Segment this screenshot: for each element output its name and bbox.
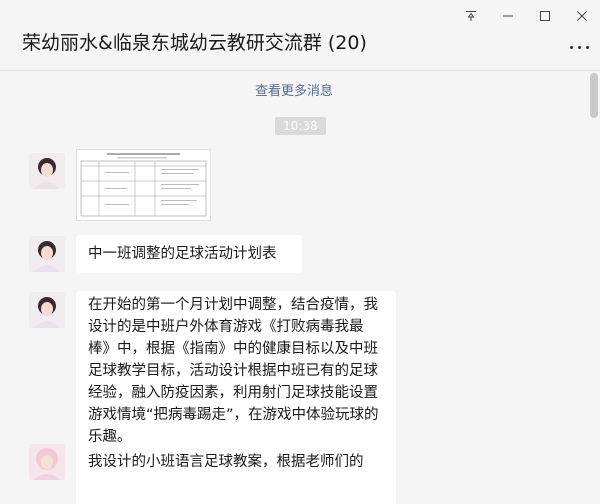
- maximize-icon: [539, 11, 550, 21]
- message-list[interactable]: 查看更多消息 10:38 中一班调整的足球活动计划表 在开始的第一个月计划中调整…: [0, 71, 588, 504]
- document-thumbnail: [77, 150, 210, 220]
- maximize-button[interactable]: [526, 0, 563, 32]
- chat-title: 荣幼丽水&临泉东城幼云教研交流群 (20): [22, 32, 367, 54]
- more-options-button[interactable]: [566, 37, 592, 57]
- more-dot-icon: [577, 45, 581, 49]
- message-bubble[interactable]: 中一班调整的足球活动计划表: [76, 235, 302, 273]
- message-bubble[interactable]: 我设计的小班语言足球教案，根据老师们的: [76, 443, 396, 504]
- avatar[interactable]: [29, 292, 65, 328]
- avatar-image: [29, 292, 65, 328]
- pin-icon: [465, 11, 476, 21]
- minimize-button[interactable]: [489, 0, 526, 32]
- message-text: 我设计的小班语言足球教案，根据老师们的: [88, 454, 364, 470]
- load-more-link[interactable]: 查看更多消息: [0, 80, 588, 99]
- scrollbar[interactable]: [588, 71, 600, 504]
- avatar[interactable]: [29, 236, 65, 272]
- avatar[interactable]: [29, 444, 65, 480]
- window-controls: [452, 0, 600, 32]
- avatar-image: [29, 444, 65, 480]
- close-button[interactable]: [563, 0, 600, 32]
- more-dot-icon: [569, 45, 573, 49]
- message-bubble[interactable]: 在开始的第一个月计划中调整，结合疫情，我设计的是中班户外体育游戏《打败病毒我最棒…: [76, 291, 396, 456]
- timestamp: 10:38: [275, 117, 326, 135]
- chat-window: 荣幼丽水&临泉东城幼云教研交流群 (20) 查看更多消息 10:38 中一班调整…: [0, 0, 600, 504]
- image-message[interactable]: [76, 149, 211, 221]
- more-dot-icon: [585, 45, 589, 49]
- close-icon: [576, 11, 587, 21]
- minimize-icon: [502, 15, 513, 17]
- message-text: 中一班调整的足球活动计划表: [88, 246, 277, 262]
- avatar[interactable]: [29, 153, 65, 189]
- avatar-image: [29, 236, 65, 272]
- scrollbar-thumb[interactable]: [590, 73, 598, 118]
- pin-button[interactable]: [452, 0, 489, 32]
- message-text: 在开始的第一个月计划中调整，结合疫情，我设计的是中班户外体育游戏《打败病毒我最棒…: [88, 297, 379, 445]
- title-bar: 荣幼丽水&临泉东城幼云教研交流群 (20): [0, 0, 600, 71]
- avatar-image: [29, 153, 65, 189]
